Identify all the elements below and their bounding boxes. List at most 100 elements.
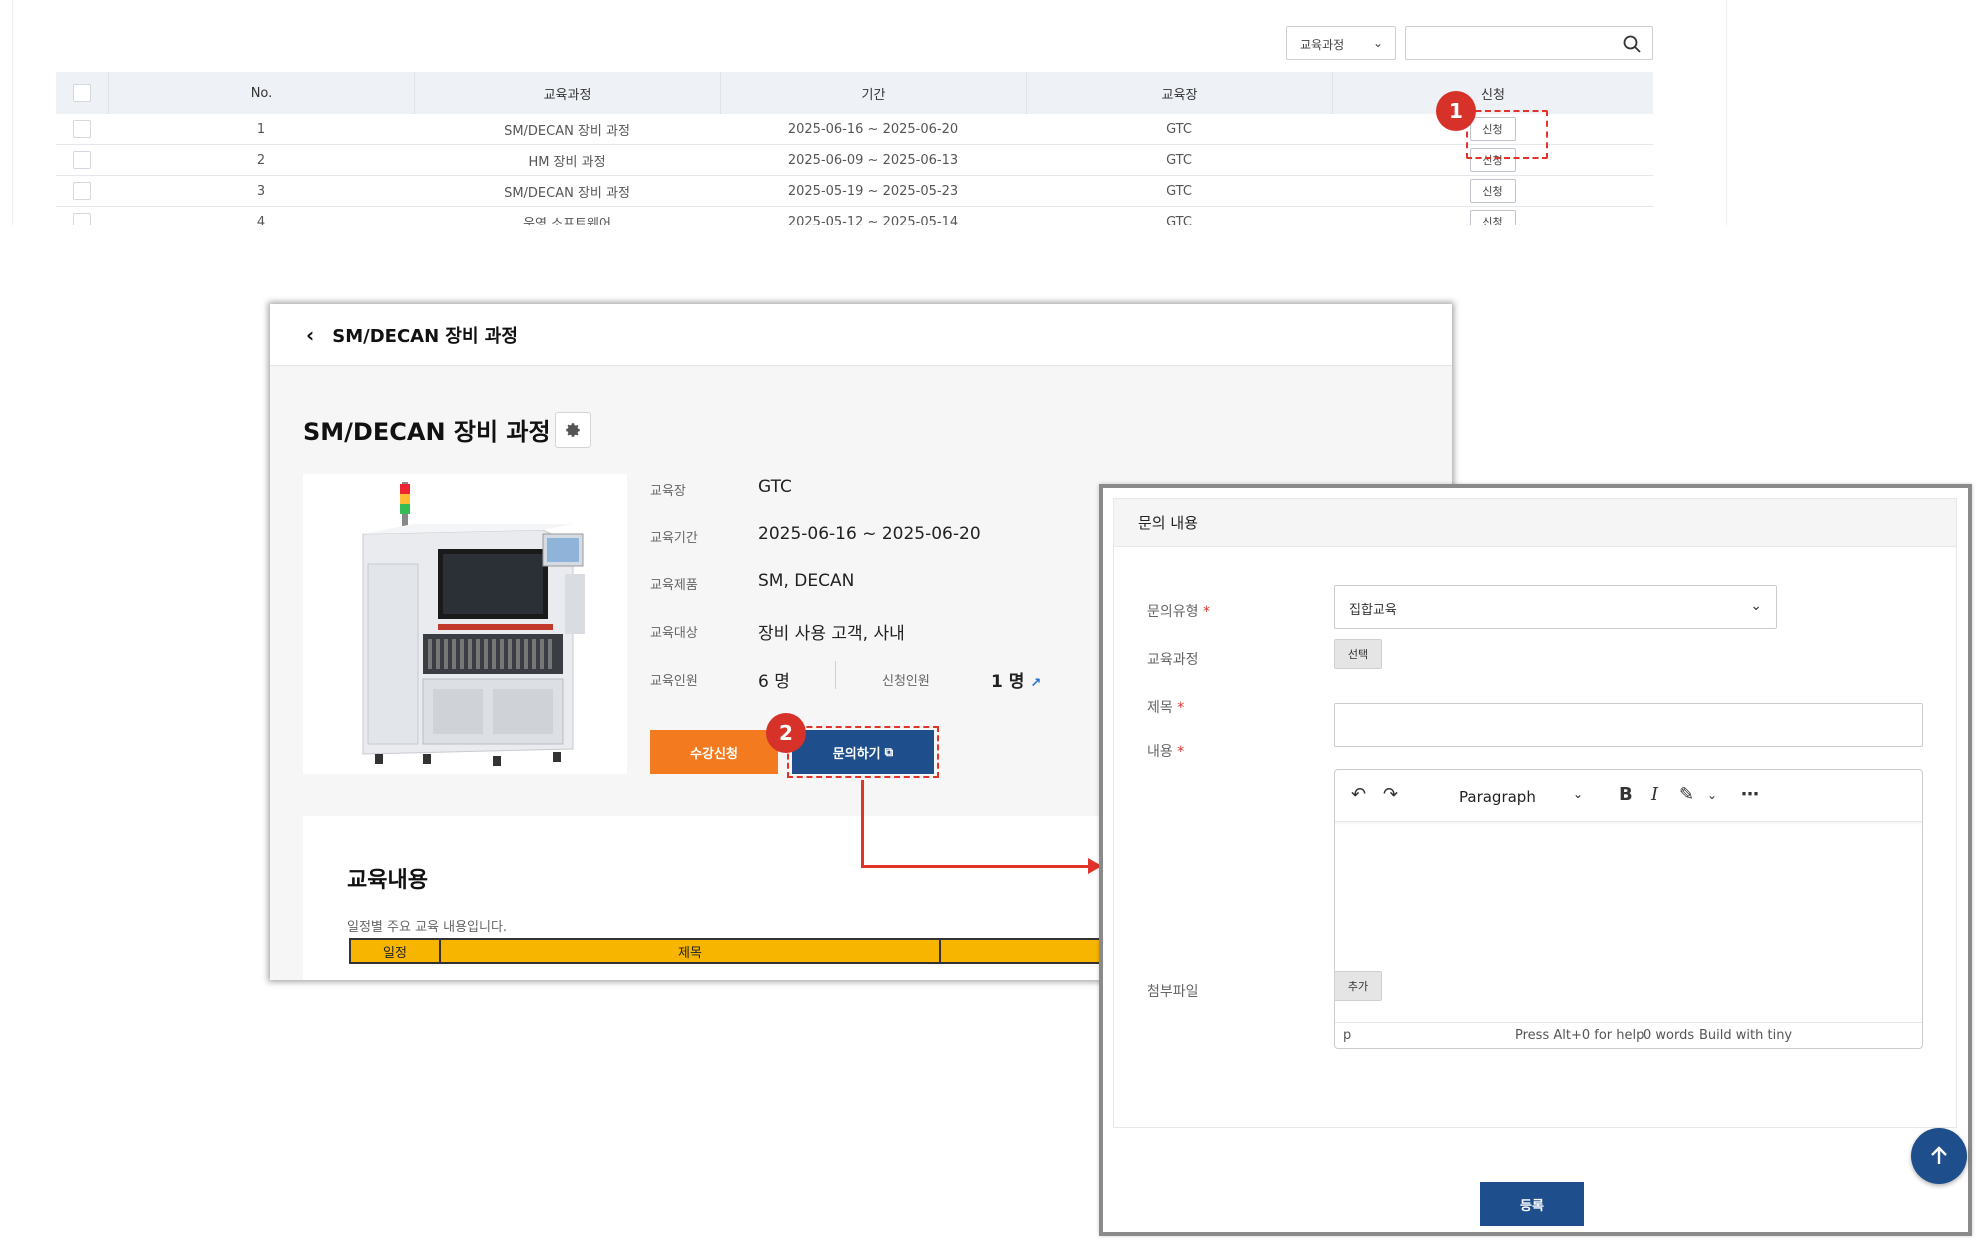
search-category-select[interactable]: 교육과정 ⌄ xyxy=(1286,26,1396,60)
arrow-up-icon xyxy=(1931,1146,1947,1164)
course-title: SM/DECAN 장비 과정 xyxy=(303,418,551,446)
course-select-button[interactable]: 선택 xyxy=(1334,639,1382,669)
info-capacity-label: 교육인원 xyxy=(650,674,698,689)
schedule-header-date: 일정 xyxy=(351,940,441,962)
paragraph-format-value: Paragraph xyxy=(1459,788,1536,806)
editor-word-count: 0 words xyxy=(1643,1028,1695,1043)
info-period-label: 교육기간 xyxy=(650,531,698,546)
apply-button[interactable]: 신청 xyxy=(1469,210,1516,225)
inquiry-type-label-text: 문의유형 xyxy=(1147,604,1199,620)
header-period: 기간 xyxy=(720,72,1026,114)
row-venue: GTC xyxy=(1166,152,1192,168)
editor-statusbar: p Press Alt+0 for help 0 words Build wit… xyxy=(1335,1022,1922,1048)
info-capacity-value: 6 명 xyxy=(758,672,790,692)
info-venue-value: GTC xyxy=(758,477,792,497)
row-venue: GTC xyxy=(1166,183,1192,199)
required-mark: * xyxy=(1202,604,1210,620)
bold-icon[interactable]: B xyxy=(1619,784,1633,805)
content-label-text: 내용 xyxy=(1147,744,1173,760)
italic-icon[interactable]: I xyxy=(1651,784,1658,805)
row-no: 4 xyxy=(256,214,266,226)
header-apply: 신청 xyxy=(1332,72,1653,114)
row-checkbox[interactable] xyxy=(73,120,91,138)
row-no: 1 xyxy=(256,121,266,137)
info-applied-value: 1 명 ↗ xyxy=(991,667,1041,692)
info-target-label: 교육대상 xyxy=(650,626,698,641)
row-period: 2025-05-19 ~ 2025-05-23 xyxy=(787,183,959,199)
chevron-down-icon: ⌄ xyxy=(1750,598,1762,614)
submit-button[interactable]: 등록 xyxy=(1480,1182,1584,1226)
apply-button[interactable]: 신청 xyxy=(1469,179,1516,203)
info-target-value: 장비 사용 고객, 사내 xyxy=(758,624,905,644)
scroll-to-top-button[interactable] xyxy=(1911,1128,1967,1184)
content-title: 교육내용 xyxy=(347,868,428,893)
paragraph-format-select[interactable]: Paragraph ⌄ xyxy=(1451,782,1591,810)
course-label: 교육과정 xyxy=(1147,652,1199,668)
editor-brand[interactable]: Build with tiny xyxy=(1699,1028,1792,1043)
row-course: 운영 소프트웨어 xyxy=(523,216,611,226)
row-venue: GTC xyxy=(1166,214,1192,226)
editor-help-hint: Press Alt+0 for help xyxy=(1515,1028,1645,1043)
search-input[interactable] xyxy=(1405,26,1653,60)
connector-arrow-horizontal xyxy=(861,865,1093,868)
row-course: SM/DECAN 장비 과정 xyxy=(504,123,630,139)
enroll-button[interactable]: 수강신청 xyxy=(650,730,778,774)
chevron-down-icon[interactable]: ⌄ xyxy=(1707,788,1717,802)
header-venue: 교육장 xyxy=(1026,72,1332,114)
row-course: HM 장비 과정 xyxy=(528,154,606,170)
row-period: 2025-05-12 ~ 2025-05-14 xyxy=(787,214,959,226)
inquiry-type-label: 문의유형 * xyxy=(1147,601,1210,621)
content-label: 내용 * xyxy=(1147,741,1184,761)
content-subtitle: 일정별 주요 교육 내용입니다. xyxy=(347,920,508,935)
row-checkbox[interactable] xyxy=(73,182,91,200)
info-product-label: 교육제품 xyxy=(650,578,698,593)
inquiry-type-value: 집합교육 xyxy=(1349,603,1397,618)
row-venue: GTC xyxy=(1166,121,1192,137)
detail-header: ‹ SM/DECAN 장비 과정 xyxy=(270,304,1452,366)
external-link-icon[interactable]: ↗ xyxy=(1030,676,1041,691)
row-period: 2025-06-16 ~ 2025-06-20 xyxy=(787,121,959,137)
redo-icon[interactable]: ↷ xyxy=(1383,784,1398,805)
undo-icon[interactable]: ↶ xyxy=(1351,784,1366,805)
applied-count: 1 명 xyxy=(991,672,1025,692)
more-options-icon[interactable]: ⋯ xyxy=(1741,784,1759,805)
chevron-down-icon: ⌄ xyxy=(1372,36,1383,50)
highlight-color-icon[interactable]: ✎ xyxy=(1679,784,1694,805)
course-table: No. 교육과정 기간 교육장 신청 1 SM/DECAN 장비 과정 2025… xyxy=(56,72,1653,225)
required-mark: * xyxy=(1177,744,1185,760)
row-checkbox[interactable] xyxy=(73,213,91,225)
subject-label: 제목 * xyxy=(1147,697,1184,717)
highlight-apply-box xyxy=(1466,110,1548,159)
inquiry-type-select[interactable]: 집합교육 ⌄ xyxy=(1334,585,1777,629)
table-header: No. 교육과정 기간 교육장 신청 xyxy=(56,72,1653,114)
inquiry-form-window: 문의 내용 문의유형 * 집합교육 ⌄ 교육과정 선택 제목 * 내용 * ↶ … xyxy=(1099,484,1972,1236)
chevron-down-icon: ⌄ xyxy=(1572,787,1583,801)
form-title: 문의 내용 xyxy=(1114,499,1956,547)
back-chevron-icon[interactable]: ‹ xyxy=(306,323,314,347)
select-all-checkbox[interactable] xyxy=(73,84,91,102)
search-icon[interactable] xyxy=(1622,34,1642,54)
table-row: 4 운영 소프트웨어 2025-05-12 ~ 2025-05-14 GTC 신… xyxy=(56,207,1653,225)
highlight-inquire-box xyxy=(787,726,939,778)
rich-text-editor[interactable]: ↶ ↷ Paragraph ⌄ B I ✎ ⌄ ⋯ p Press Alt+0 … xyxy=(1334,769,1923,1049)
gear-icon xyxy=(566,423,580,437)
info-product-value: SM, DECAN xyxy=(758,571,855,591)
editor-toolbar: ↶ ↷ Paragraph ⌄ B I ✎ ⌄ ⋯ xyxy=(1335,770,1922,822)
row-no: 2 xyxy=(256,152,266,168)
inquiry-form-card: 문의 내용 문의유형 * 집합교육 ⌄ 교육과정 선택 제목 * 내용 * ↶ … xyxy=(1113,498,1957,1128)
product-machine-image xyxy=(303,474,627,774)
row-checkbox[interactable] xyxy=(73,151,91,169)
required-mark: * xyxy=(1177,700,1185,716)
smt-machine-illustration xyxy=(362,482,585,766)
settings-button[interactable] xyxy=(555,412,591,448)
connector-arrow-vertical xyxy=(861,780,864,868)
info-venue-label: 교육장 xyxy=(650,484,686,499)
search-category-label: 교육과정 xyxy=(1300,38,1345,52)
editor-path: p xyxy=(1343,1028,1352,1043)
subject-input[interactable] xyxy=(1334,703,1923,747)
table-row: 1 SM/DECAN 장비 과정 2025-06-16 ~ 2025-06-20… xyxy=(56,114,1653,145)
header-no: No. xyxy=(108,72,414,114)
attachment-add-button[interactable]: 추가 xyxy=(1334,971,1382,1001)
attachment-label: 첨부파일 xyxy=(1147,984,1199,1000)
subject-label-text: 제목 xyxy=(1147,700,1173,716)
